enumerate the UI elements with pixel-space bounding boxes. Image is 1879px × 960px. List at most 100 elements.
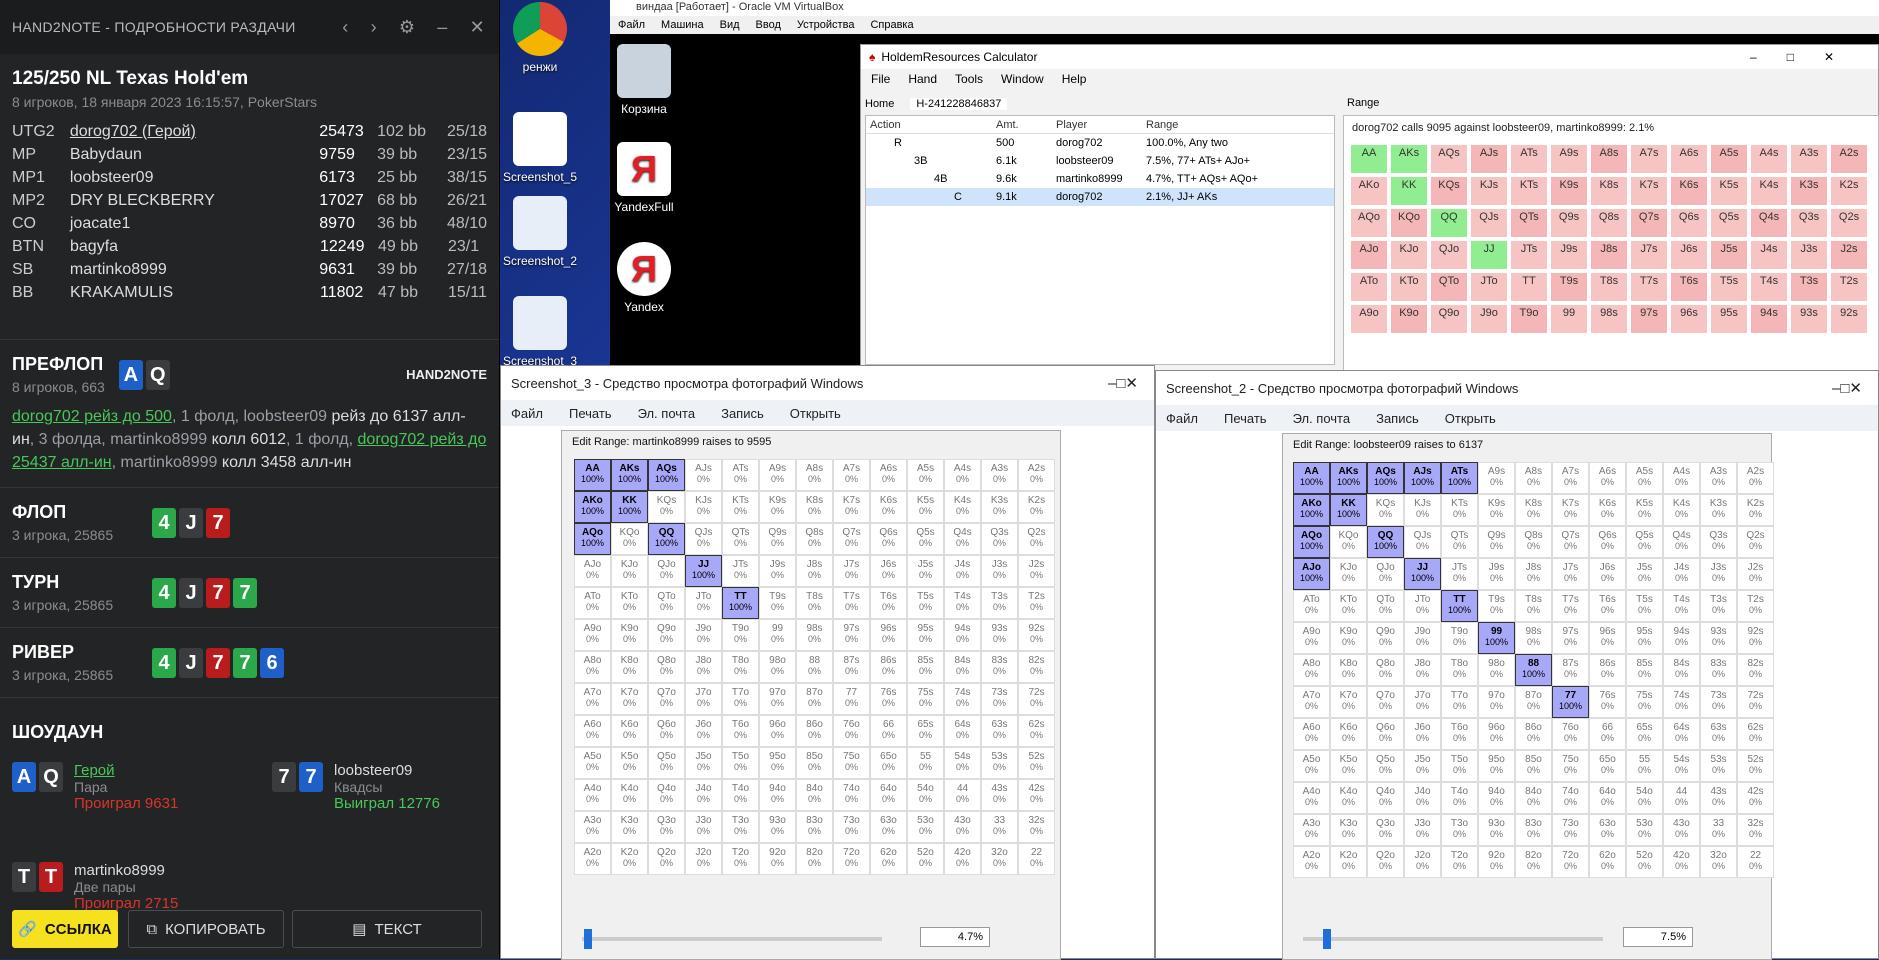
- range-cell[interactable]: J9o: [1470, 304, 1508, 334]
- range-cell[interactable]: J2s: [1830, 240, 1868, 270]
- hand-cell[interactable]: 76s 0%: [870, 683, 907, 715]
- player-row[interactable]: MP2 DRY BLECKBERRY 17027 68 bb 26/21: [12, 189, 487, 212]
- hand-cell[interactable]: Q5s 0%: [907, 523, 944, 555]
- hand-cell[interactable]: K9s 0%: [759, 491, 796, 523]
- range-cell[interactable]: T4s: [1750, 272, 1788, 302]
- hand-cell[interactable]: J8s 0%: [1515, 558, 1552, 590]
- hand-cell[interactable]: 95s 0%: [907, 619, 944, 651]
- hand-cell[interactable]: Q9s 0%: [759, 523, 796, 555]
- hand-cell[interactable]: K3s 0%: [981, 491, 1018, 523]
- hand-cell[interactable]: 93o 0%: [759, 811, 796, 843]
- hand-cell[interactable]: 63s 0%: [981, 715, 1018, 747]
- hand-cell[interactable]: 76o 0%: [833, 715, 870, 747]
- hand-cell[interactable]: 84s 0%: [944, 651, 981, 683]
- hand-cell[interactable]: 85s 0%: [1626, 654, 1663, 686]
- hand-cell[interactable]: 54s 0%: [1663, 750, 1700, 782]
- hand-cell[interactable]: 73o 0%: [1552, 814, 1589, 846]
- hand-cell[interactable]: KJo 0%: [611, 555, 648, 587]
- range-cell[interactable]: A9s: [1550, 144, 1588, 174]
- hand-cell[interactable]: A7s 0%: [833, 459, 870, 491]
- hand-cell[interactable]: TT 100%: [1441, 590, 1478, 622]
- hand-cell[interactable]: 65o 0%: [1589, 750, 1626, 782]
- hand-cell[interactable]: 66 0%: [1589, 718, 1626, 750]
- hand-cell[interactable]: 73s 0%: [981, 683, 1018, 715]
- desktop-icon-yandexfull[interactable]: Я YandexFull: [596, 142, 692, 214]
- hand-cell[interactable]: K5o 0%: [611, 747, 648, 779]
- hand-cell[interactable]: 43s 0%: [981, 779, 1018, 811]
- hand-cell[interactable]: KQs 0%: [648, 491, 685, 523]
- hand-cell[interactable]: 82o 0%: [796, 843, 833, 875]
- slider-thumb[interactable]: [1323, 929, 1331, 949]
- hand-cell[interactable]: 62s 0%: [1018, 715, 1055, 747]
- range-cell[interactable]: A7s: [1630, 144, 1668, 174]
- hand-cell[interactable]: 95o 0%: [1478, 750, 1515, 782]
- hand-cell[interactable]: KJs 0%: [685, 491, 722, 523]
- hand-cell[interactable]: 44 0%: [1663, 782, 1700, 814]
- hand-cell[interactable]: AQo 100%: [1293, 526, 1330, 558]
- range-cell[interactable]: A3s: [1790, 144, 1828, 174]
- hand-cell[interactable]: 52s 0%: [1018, 747, 1055, 779]
- hand-cell[interactable]: KJs 0%: [1404, 494, 1441, 526]
- hand-cell[interactable]: J4s 0%: [1663, 558, 1700, 590]
- hand-cell[interactable]: AQo 100%: [574, 523, 611, 555]
- hand-cell[interactable]: K8o 0%: [611, 651, 648, 683]
- hand-cell[interactable]: A6s 0%: [1589, 462, 1626, 494]
- range-cell[interactable]: T5s: [1710, 272, 1748, 302]
- tree-row[interactable]: 3B 6.1k loobsteer09 7.5%, 77+ ATs+ AJo+: [866, 152, 1334, 170]
- hand-cell[interactable]: 42s 0%: [1737, 782, 1774, 814]
- hand-cell[interactable]: Q8o 0%: [648, 651, 685, 683]
- copy-button[interactable]: ⧉ КОПИРОВАТЬ: [128, 910, 284, 948]
- range-cell[interactable]: KK: [1390, 176, 1428, 206]
- hand-cell[interactable]: 87s 0%: [833, 651, 870, 683]
- hand-cell[interactable]: 95s 0%: [1626, 622, 1663, 654]
- hand-cell[interactable]: K9s 0%: [1478, 494, 1515, 526]
- hand-cell[interactable]: Q6o 0%: [1367, 718, 1404, 750]
- hand-cell[interactable]: 82o 0%: [1515, 846, 1552, 878]
- hand-cell[interactable]: Q4o 0%: [648, 779, 685, 811]
- range-cell[interactable]: 97s: [1630, 304, 1668, 334]
- hand-cell[interactable]: 65s 0%: [907, 715, 944, 747]
- hand-cell[interactable]: Q7s 0%: [1552, 526, 1589, 558]
- hand-cell[interactable]: 33 0%: [981, 811, 1018, 843]
- range-cell[interactable]: J3s: [1790, 240, 1828, 270]
- hand-cell[interactable]: ATo 0%: [574, 587, 611, 619]
- hand-cell[interactable]: Q8s 0%: [796, 523, 833, 555]
- minimize-icon[interactable]: –: [437, 17, 447, 38]
- hand-cell[interactable]: A7o 0%: [1293, 686, 1330, 718]
- hand-cell[interactable]: Q4o 0%: [1367, 782, 1404, 814]
- hand-cell[interactable]: 33 0%: [1700, 814, 1737, 846]
- hand-cell[interactable]: 32s 0%: [1737, 814, 1774, 846]
- hand-cell[interactable]: 93o 0%: [1478, 814, 1515, 846]
- range-cell[interactable]: A9o: [1350, 304, 1388, 334]
- hand-cell[interactable]: QQ 100%: [648, 523, 685, 555]
- hand-cell[interactable]: T5s 0%: [1626, 590, 1663, 622]
- range-cell[interactable]: AJs: [1470, 144, 1508, 174]
- hand-cell[interactable]: 43o 0%: [1663, 814, 1700, 846]
- hand-cell[interactable]: K7s 0%: [833, 491, 870, 523]
- hand-cell[interactable]: 54s 0%: [944, 747, 981, 779]
- hand-cell[interactable]: Q3s 0%: [1700, 526, 1737, 558]
- hand-cell[interactable]: T3o 0%: [1441, 814, 1478, 846]
- hand-cell[interactable]: 55 0%: [907, 747, 944, 779]
- hand-cell[interactable]: 83o 0%: [1515, 814, 1552, 846]
- range-cell[interactable]: QTo: [1430, 272, 1468, 302]
- hand-cell[interactable]: T6o 0%: [1441, 718, 1478, 750]
- hand-cell[interactable]: AJs 0%: [685, 459, 722, 491]
- hand-cell[interactable]: QQ 100%: [1367, 526, 1404, 558]
- hand-cell[interactable]: J9s 0%: [1478, 558, 1515, 590]
- range-cell[interactable]: Q4s: [1750, 208, 1788, 238]
- hand-cell[interactable]: 96o 0%: [759, 715, 796, 747]
- hand-cell[interactable]: J4o 0%: [685, 779, 722, 811]
- hand-cell[interactable]: A3s 0%: [981, 459, 1018, 491]
- hand-cell[interactable]: QTs 0%: [722, 523, 759, 555]
- hand-cell[interactable]: AQs 100%: [648, 459, 685, 491]
- slider-thumb[interactable]: [584, 929, 592, 949]
- hand-cell[interactable]: A6o 0%: [574, 715, 611, 747]
- range-tab[interactable]: Range: [1347, 97, 1379, 109]
- range-cell[interactable]: AA: [1350, 144, 1388, 174]
- range-cell[interactable]: T9s: [1550, 272, 1588, 302]
- calc-menu-tools[interactable]: Tools: [955, 72, 983, 86]
- hand-cell[interactable]: T7s 0%: [833, 587, 870, 619]
- hand-cell[interactable]: KQs 0%: [1367, 494, 1404, 526]
- gear-icon[interactable]: ⚙: [399, 17, 415, 38]
